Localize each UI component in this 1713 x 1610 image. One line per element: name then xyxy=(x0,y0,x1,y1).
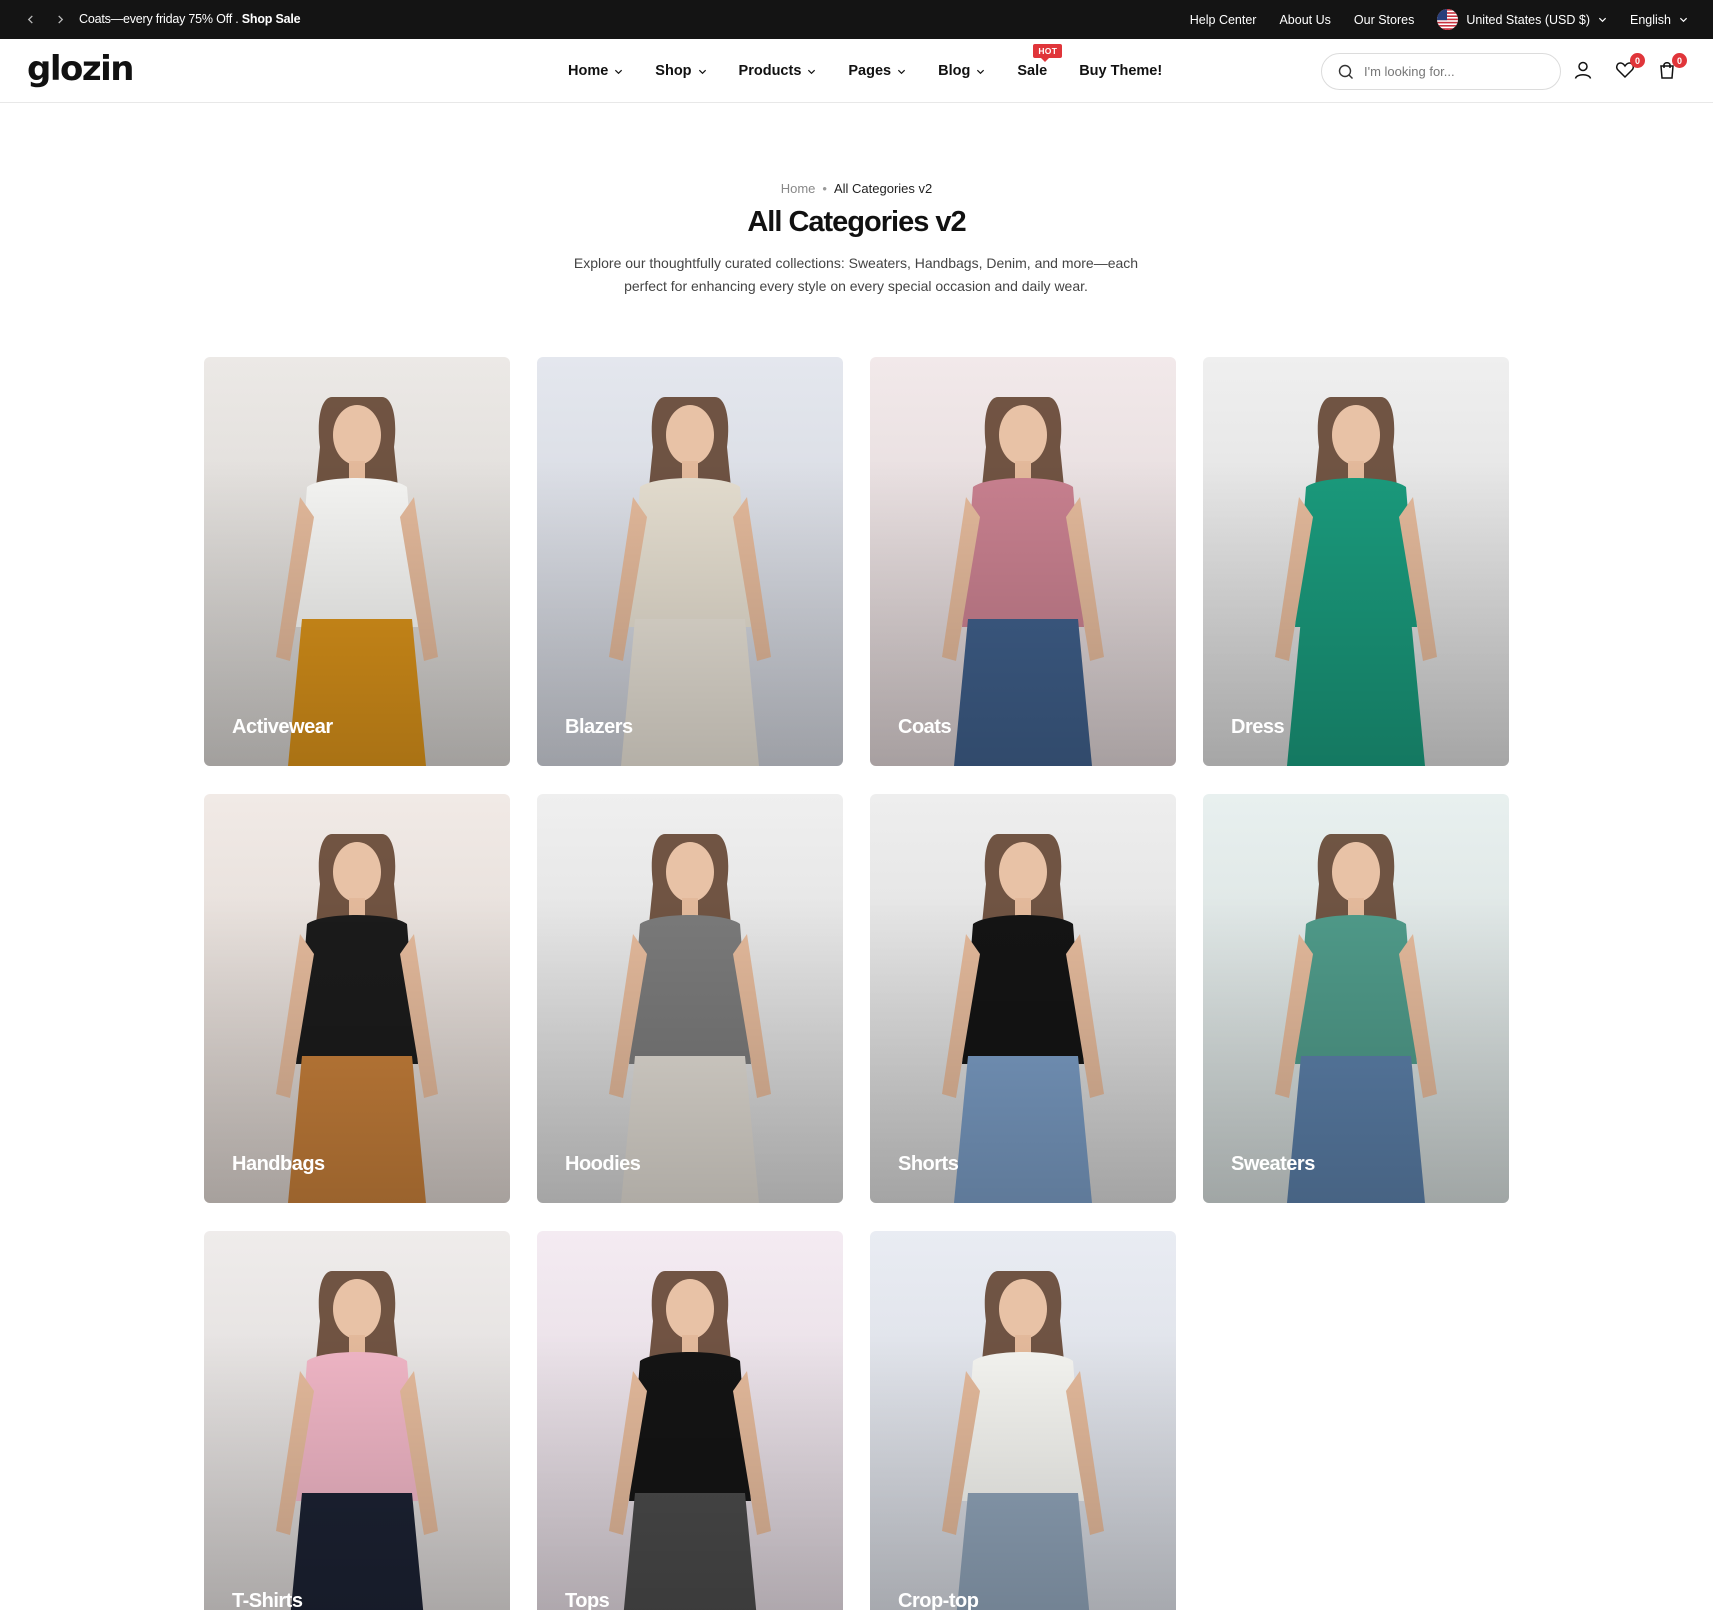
chevron-down-icon xyxy=(808,69,816,74)
category-label: Tops xyxy=(565,1590,610,1610)
category-card-tops[interactable]: Tops xyxy=(537,1231,843,1610)
image-overlay xyxy=(204,357,510,766)
our-stores-link[interactable]: Our Stores xyxy=(1354,13,1414,27)
breadcrumb: Home • All Categories v2 xyxy=(0,181,1713,196)
nav-sale-label: Sale xyxy=(1017,63,1048,79)
search-bar xyxy=(1321,53,1561,90)
category-card-crop-top[interactable]: Crop-top xyxy=(870,1231,1176,1610)
about-us-link[interactable]: About Us xyxy=(1279,13,1330,27)
nav-buy-theme-label: Buy Theme! xyxy=(1079,63,1163,79)
category-card-coats[interactable]: Coats xyxy=(870,357,1176,766)
site-logo[interactable]: glozin xyxy=(27,49,135,89)
currency-label: United States (USD $) xyxy=(1466,12,1590,27)
image-overlay xyxy=(870,794,1176,1203)
nav-buy-theme[interactable]: Buy Theme! xyxy=(1079,63,1162,79)
category-card-dress[interactable]: Dress xyxy=(1203,357,1509,766)
us-flag-icon xyxy=(1437,9,1459,30)
breadcrumb-separator: • xyxy=(822,181,827,196)
category-card-blazers[interactable]: Blazers xyxy=(537,357,843,766)
cart-icon[interactable]: 0 xyxy=(1657,53,1687,82)
category-card-activewear[interactable]: Activewear xyxy=(204,357,510,766)
image-overlay xyxy=(537,794,843,1203)
category-label: Hoodies xyxy=(565,1153,641,1175)
chevron-down-icon xyxy=(1598,13,1607,27)
nav-pages[interactable]: Pages xyxy=(848,63,906,79)
nav-shop[interactable]: Shop xyxy=(655,63,706,79)
image-overlay xyxy=(1203,357,1509,766)
search-input[interactable] xyxy=(1364,64,1544,79)
heart-icon[interactable]: 0 xyxy=(1615,53,1645,82)
category-label: Dress xyxy=(1231,716,1285,738)
page-description: Explore our thoughtfully curated collect… xyxy=(573,255,1139,294)
nav-home-label: Home xyxy=(568,63,609,79)
wishlist-count-badge: 0 xyxy=(1630,53,1645,68)
currency-selector[interactable]: United States (USD $) xyxy=(1437,9,1607,30)
category-label: Handbags xyxy=(232,1153,325,1175)
image-overlay xyxy=(537,1231,843,1610)
page-title: All Categories v2 xyxy=(747,206,966,238)
site-header: glozin Home Shop Products Pages Blog HOT… xyxy=(0,39,1713,103)
user-icon[interactable] xyxy=(1573,60,1595,82)
chevron-down-icon xyxy=(898,69,906,74)
nav-sale[interactable]: HOT Sale xyxy=(1017,44,1063,79)
category-label: T-Shirts xyxy=(232,1590,303,1610)
chevron-right-icon[interactable] xyxy=(52,12,68,28)
main-nav: Home Shop Products Pages Blog HOT Sale B… xyxy=(568,39,1162,103)
announcement-arrows xyxy=(22,0,68,39)
category-label: Shorts xyxy=(898,1153,959,1175)
image-overlay xyxy=(204,794,510,1203)
category-card-sweaters[interactable]: Sweaters xyxy=(1203,794,1509,1203)
search-icon[interactable] xyxy=(1338,64,1354,80)
category-card-shorts[interactable]: Shorts xyxy=(870,794,1176,1203)
image-overlay xyxy=(870,357,1176,766)
breadcrumb-current: All Categories v2 xyxy=(833,181,933,196)
chevron-down-icon xyxy=(615,69,623,74)
category-label: Activewear xyxy=(232,716,333,738)
category-card-t-shirts[interactable]: T-Shirts xyxy=(204,1231,510,1610)
nav-blog-label: Blog xyxy=(938,63,971,79)
category-label: Sweaters xyxy=(1231,1153,1315,1175)
category-label: Blazers xyxy=(565,716,633,738)
announcement-text: Coats—every friday 75% Off . Shop Sale xyxy=(79,12,301,26)
chevron-left-icon[interactable] xyxy=(22,12,38,28)
chevron-down-icon xyxy=(698,69,706,74)
nav-pages-label: Pages xyxy=(848,63,892,79)
image-overlay xyxy=(870,1231,1176,1610)
language-selector[interactable]: English xyxy=(1630,13,1688,27)
help-center-link[interactable]: Help Center xyxy=(1190,13,1257,27)
category-label: Crop-top xyxy=(898,1590,979,1610)
announcement-message: Coats—every friday 75% Off . xyxy=(79,12,239,26)
chevron-down-icon xyxy=(977,69,985,74)
announcement-bar: Coats—every friday 75% Off . Shop Sale H… xyxy=(0,0,1713,39)
nav-products[interactable]: Products xyxy=(739,63,817,79)
language-label: English xyxy=(1630,12,1671,27)
image-overlay xyxy=(1203,794,1509,1203)
nav-products-label: Products xyxy=(738,63,802,79)
hot-badge: HOT xyxy=(1033,44,1063,62)
nav-shop-label: Shop xyxy=(655,63,692,79)
topbar-utilities: Help Center About Us Our Stores United S… xyxy=(1190,0,1688,39)
category-card-handbags[interactable]: Handbags xyxy=(204,794,510,1203)
nav-blog[interactable]: Blog xyxy=(938,63,985,79)
cart-count-badge: 0 xyxy=(1672,53,1687,68)
nav-home[interactable]: Home xyxy=(568,63,623,79)
category-label: Coats xyxy=(898,716,952,738)
image-overlay xyxy=(204,1231,510,1610)
chevron-down-icon xyxy=(1679,13,1688,27)
image-overlay xyxy=(537,357,843,766)
shop-sale-link[interactable]: Shop Sale xyxy=(242,12,301,26)
category-card-hoodies[interactable]: Hoodies xyxy=(537,794,843,1203)
breadcrumb-home[interactable]: Home xyxy=(781,181,816,196)
